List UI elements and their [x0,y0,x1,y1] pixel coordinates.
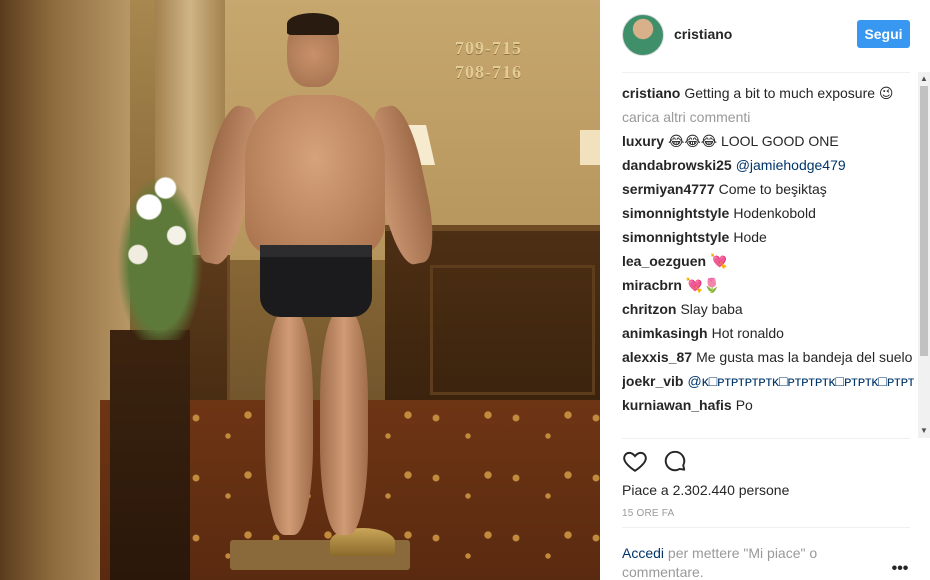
comments-list: cristiano Getting a bit to much exposure … [622,84,914,436]
comment-username[interactable]: luxury [622,133,664,149]
comment-item: simonnightstyle Hodenkobold [622,204,914,222]
header-divider [622,72,910,73]
comment-username[interactable]: lea_oezguen [622,253,706,269]
person-waistband [260,245,372,257]
comment-text: Hodenkobold [733,205,816,221]
post-side-panel: cristiano Segui cristiano Getting a bit t… [600,0,930,580]
comment-bubble-icon[interactable] [662,448,690,476]
comment-item: animkasingh Hot ronaldo [622,324,914,342]
comment-item: joekr_vib @ᴋ□ᴘᴛᴘᴛᴘᴛᴘᴛᴋ□ᴘᴛᴘᴛᴘᴛᴋ□ᴘᴛᴘᴛᴋ□ᴘᴛᴘᴛ [622,372,914,390]
scroll-up-arrow-icon[interactable]: ▲ [918,72,930,86]
follow-button[interactable]: Segui [857,20,910,48]
caption-username[interactable]: cristiano [622,85,680,101]
person-torso [245,95,385,255]
person-leg-right [320,310,368,535]
comment-item: lea_oezguen 💘 [622,252,914,270]
scroll-thumb[interactable] [920,86,928,356]
comment-text: 💘🌷 [685,277,721,293]
room-number-sign-1: 709-715 [455,38,522,58]
comment-item: simonnightstyle Hode [622,228,914,246]
comment-text: 💘 [710,253,728,269]
comment-text: Hot ronaldo [711,325,784,341]
heart-icon[interactable] [622,448,650,476]
photo-side-table [110,330,190,580]
comment-username[interactable]: sermiyan4777 [622,181,715,197]
photo-lamp-2 [580,130,600,165]
scroll-down-arrow-icon[interactable]: ▼ [918,424,930,438]
comment-username[interactable]: alexxis_87 [622,349,692,365]
comment-username[interactable]: chritzon [622,301,676,317]
comment-text: Hode [733,229,767,245]
likes-count[interactable]: Piace a 2.302.440 persone [622,482,789,498]
comment-text: 😂😂😂 LOOL GOOD ONE [668,133,839,149]
load-more-comments-link[interactable]: carica altri commenti [622,108,914,126]
comment-item: chritzon Slay baba [622,300,914,318]
photo-desk-panel [430,265,595,395]
avatar[interactable] [622,14,664,56]
room-number-sign-2: 708-716 [455,62,522,82]
post-timestamp: 15 ORE FA [622,508,675,519]
photo-person [188,13,442,545]
caption: cristiano Getting a bit to much exposure … [622,84,914,102]
login-prompt: Accedi per mettere "Mi piace" o commenta… [622,544,862,580]
comment-text: @jamiehodge479 [735,157,846,173]
comment-item: kurniawan_hafis Po [622,396,914,414]
person-hair [287,13,339,35]
comment-item: dandabrowski25 @jamiehodge479 [622,156,914,174]
person-leg-left [265,310,313,535]
comment-text: Po [735,397,753,413]
comment-item: alexxis_87 Me gusta mas la bandeja del su… [622,348,914,366]
comment-text: Slay baba [680,301,743,317]
comment-username[interactable]: miracbrn [622,277,682,293]
comment-username[interactable]: dandabrowski25 [622,157,732,173]
comment-item: miracbrn 💘🌷 [622,276,914,294]
caption-text: Getting a bit to much exposure 😉 [684,85,894,101]
comment-text: Come to beşiktaş [718,181,827,197]
comment-items: luxury 😂😂😂 LOOL GOOD ONE dandabrowski25 @ja… [622,132,914,414]
comments-scrollbar[interactable]: ▲ ▼ [918,72,930,438]
post-author-username[interactable]: cristiano [674,26,732,42]
actions-divider [622,438,910,439]
more-options-icon[interactable]: ••• [890,560,910,578]
comment-username[interactable]: joekr_vib [622,373,683,389]
comment-username[interactable]: animkasingh [622,325,708,341]
footer-divider [622,527,910,528]
comment-username[interactable]: simonnightstyle [622,229,729,245]
comment-item: sermiyan4777 Come to beşiktaş [622,180,914,198]
comment-text: @ᴋ□ᴘᴛᴘᴛᴘᴛᴘᴛᴋ□ᴘᴛᴘᴛᴘᴛᴋ□ᴘᴛᴘᴛᴋ□ᴘᴛᴘᴛ [687,373,914,389]
comment-text: Me gusta mas la bandeja del suelo [696,349,913,365]
login-link[interactable]: Accedi [622,545,664,561]
comment-username[interactable]: simonnightstyle [622,205,729,221]
comment-item: luxury 😂😂😂 LOOL GOOD ONE [622,132,914,150]
post-photo[interactable]: 709-715 708-716 [0,0,600,580]
post-header: cristiano Segui [600,0,930,72]
comment-username[interactable]: kurniawan_hafis [622,397,732,413]
